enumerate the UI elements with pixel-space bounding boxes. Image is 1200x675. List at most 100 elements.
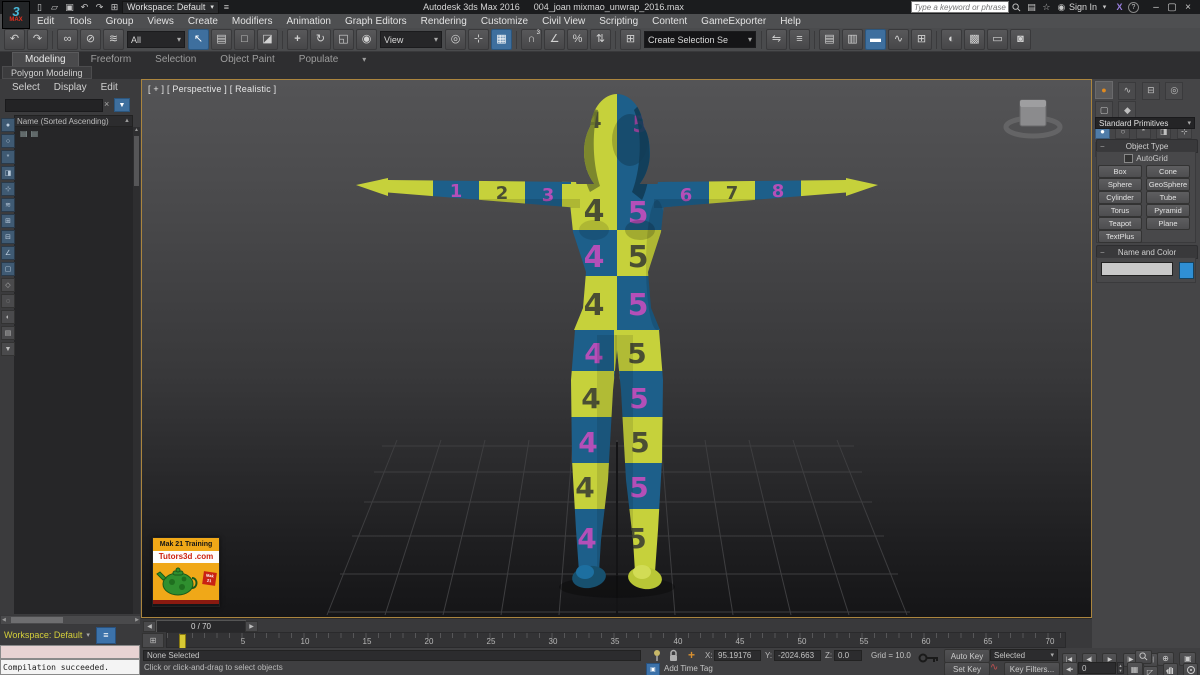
edit-named-selection-sets-icon[interactable]: ⊞ — [620, 29, 641, 50]
angle-snap-icon[interactable]: ∠ — [544, 29, 565, 50]
render-production-icon[interactable]: ◙ — [1010, 29, 1031, 50]
display-frozen-icon[interactable]: ◇ — [1, 278, 15, 292]
tab-hierarchy[interactable]: ⊟ — [1141, 81, 1160, 100]
ribbon-tab-freeform[interactable]: Freeform — [79, 53, 144, 66]
vscrollbar-thumb[interactable] — [134, 136, 139, 186]
scroll-up-icon[interactable]: ▲ — [133, 127, 140, 133]
create-box-button[interactable]: Box — [1098, 165, 1142, 178]
frame-forward-icon[interactable]: ▶ — [245, 621, 258, 632]
mirror-icon[interactable]: ⇋ — [766, 29, 787, 50]
project-folder-icon[interactable]: ⊞ — [108, 2, 121, 13]
mini-curve-editor-icon[interactable]: ⊞ — [142, 633, 164, 648]
material-editor-icon[interactable]: ◐ — [941, 29, 962, 50]
display-hidden-icon[interactable]: ◌ — [1, 294, 15, 308]
rectangular-selection-region-icon[interactable]: □ — [234, 29, 255, 50]
explorer-sort-icon[interactable]: ▼ — [1, 342, 15, 356]
display-shapes-icon[interactable]: ○ — [1, 134, 15, 148]
viewport-menu-pov[interactable]: [ Perspective ] — [167, 84, 227, 94]
display-containers-icon[interactable]: ▢ — [1, 262, 15, 276]
select-and-scale-icon[interactable]: ◱ — [333, 29, 354, 50]
explorer-menu-select[interactable]: Select — [12, 82, 40, 93]
list-item[interactable]: ▤ ▤ — [14, 127, 133, 138]
max-logo[interactable]: 3 MAX — [2, 1, 30, 29]
menu-rendering[interactable]: Rendering — [414, 14, 474, 28]
undo-icon[interactable]: ↶ — [78, 2, 91, 13]
new-file-icon[interactable]: ▯ — [33, 2, 46, 13]
display-lights-icon[interactable]: * — [1, 150, 15, 164]
create-sphere-button[interactable]: Sphere — [1098, 178, 1142, 191]
current-frame-field[interactable]: 0 — [1078, 662, 1116, 674]
select-by-name-icon[interactable]: ▤ — [211, 29, 232, 50]
scroll-left-icon[interactable]: ◀ — [2, 617, 6, 623]
menu-views[interactable]: Views — [140, 14, 181, 28]
open-file-icon[interactable]: ▱ — [48, 2, 61, 13]
create-torus-button[interactable]: Torus — [1098, 204, 1142, 217]
key-mode-dropdown[interactable]: Selected ▾ — [990, 649, 1058, 661]
create-cone-button[interactable]: Cone — [1146, 165, 1190, 178]
explorer-list[interactable]: ▤ ▤ — [14, 127, 133, 614]
menu-scripting[interactable]: Scripting — [592, 14, 645, 28]
help-icon[interactable]: ? — [1128, 1, 1139, 13]
perspective-viewport[interactable]: 4 5 4 5 4 5 4 5 4 4 4 4 4 5 5 5 5 — [141, 79, 1092, 618]
frame-spinner[interactable]: ▲ ▼ — [1117, 662, 1124, 674]
ribbon-tab-populate[interactable]: Populate — [287, 53, 350, 66]
explorer-filter-icon[interactable]: ▼ — [114, 98, 130, 112]
tab-modify[interactable]: ∿ — [1118, 81, 1137, 100]
select-and-place-icon[interactable]: ◉ — [356, 29, 377, 50]
named-selection-set-dropdown[interactable]: Create Selection Se ▾ — [644, 31, 756, 48]
menu-help[interactable]: Help — [773, 14, 808, 28]
selection-filter-dropdown[interactable]: All ▾ — [127, 31, 185, 48]
snap-toggle-3d-icon[interactable]: ∩ 3 — [521, 29, 542, 50]
select-and-manipulate-icon[interactable]: ⊹ — [468, 29, 489, 50]
redo-icon[interactable]: ↷ — [93, 2, 106, 13]
key-filters-button[interactable]: Key Filters... — [1004, 662, 1060, 675]
select-and-move-icon[interactable]: + — [287, 29, 308, 50]
ribbon-config-icon[interactable]: ▾ — [350, 53, 378, 66]
rendered-frame-window-icon[interactable]: ▭ — [987, 29, 1008, 50]
star-favorites-icon[interactable]: ☆ — [1040, 2, 1053, 13]
undo-icon[interactable]: ↶ — [4, 29, 25, 50]
unlink-selection-icon[interactable]: ⊘ — [80, 29, 101, 50]
menu-create[interactable]: Create — [181, 14, 225, 28]
display-bones-icon[interactable]: ∠ — [1, 246, 15, 260]
toggle-layer-explorer-icon[interactable]: ▥ — [842, 29, 863, 50]
timeline-ruler[interactable]: 5 10 15 20 25 30 35 40 45 50 55 60 65 70 — [166, 632, 1066, 650]
sign-in-link[interactable]: Sign In — [1069, 2, 1097, 12]
pan-hand-icon[interactable] — [1162, 663, 1178, 675]
new-key-wiggle-icon[interactable]: ∿ — [990, 662, 998, 673]
save-file-icon[interactable]: ▣ — [63, 2, 76, 13]
polygon-modeling-panel[interactable]: Polygon Modeling — [2, 66, 92, 79]
tab-create[interactable]: ● — [1095, 81, 1113, 99]
display-geometry-icon[interactable]: ● — [1, 118, 15, 132]
explorer-column-header[interactable]: Name (Sorted Ascending) ▲ — [14, 115, 133, 127]
menu-animation[interactable]: Animation — [279, 14, 337, 28]
display-xrefs-icon[interactable]: ⊟ — [1, 230, 15, 244]
minimize-button[interactable]: – — [1148, 1, 1164, 13]
restore-button[interactable]: ▢ — [1164, 1, 1180, 13]
tab-motion[interactable]: ◎ — [1165, 81, 1184, 100]
display-cameras-icon[interactable]: ◨ — [1, 166, 15, 180]
sign-in-chevron-icon[interactable]: ▾ — [1098, 2, 1111, 13]
workspace-selector-value[interactable]: Workspace: Default — [4, 630, 82, 640]
object-color-swatch[interactable] — [1179, 262, 1194, 279]
chevron-down-icon[interactable]: ▾ — [86, 631, 90, 639]
redo-icon[interactable]: ↷ — [27, 29, 48, 50]
hscrollbar-thumb[interactable] — [11, 617, 63, 623]
select-object-icon[interactable]: ↖ — [188, 29, 209, 50]
primitive-category-dropdown[interactable]: Standard Primitives ▾ — [1095, 117, 1195, 129]
select-and-rotate-icon[interactable]: ↻ — [310, 29, 331, 50]
create-pyramid-button[interactable]: Pyramid — [1146, 204, 1190, 217]
z-coord-field[interactable]: 0.0 — [834, 650, 862, 661]
close-button[interactable]: × — [1180, 1, 1196, 13]
scroll-right-icon[interactable]: ▶ — [135, 617, 139, 623]
explorer-vscrollbar[interactable]: ▲ — [133, 127, 140, 614]
menu-civil-view[interactable]: Civil View — [535, 14, 592, 28]
toggle-scene-explorer-icon[interactable]: ▤ — [819, 29, 840, 50]
maxscript-listener-output[interactable]: Compilation succeeded. — [0, 659, 140, 675]
add-time-tag[interactable]: Add Time Tag — [661, 663, 791, 674]
clear-search-icon[interactable]: × — [104, 99, 109, 109]
y-coord-field[interactable]: -2024.663 — [774, 650, 821, 661]
display-materials-icon[interactable]: ◐ — [1, 310, 15, 324]
exchange-apps-icon[interactable]: X — [1113, 2, 1126, 13]
track-bar[interactable]: ⊞ 5 10 15 20 25 30 35 40 45 50 55 60 65 … — [141, 632, 1092, 650]
